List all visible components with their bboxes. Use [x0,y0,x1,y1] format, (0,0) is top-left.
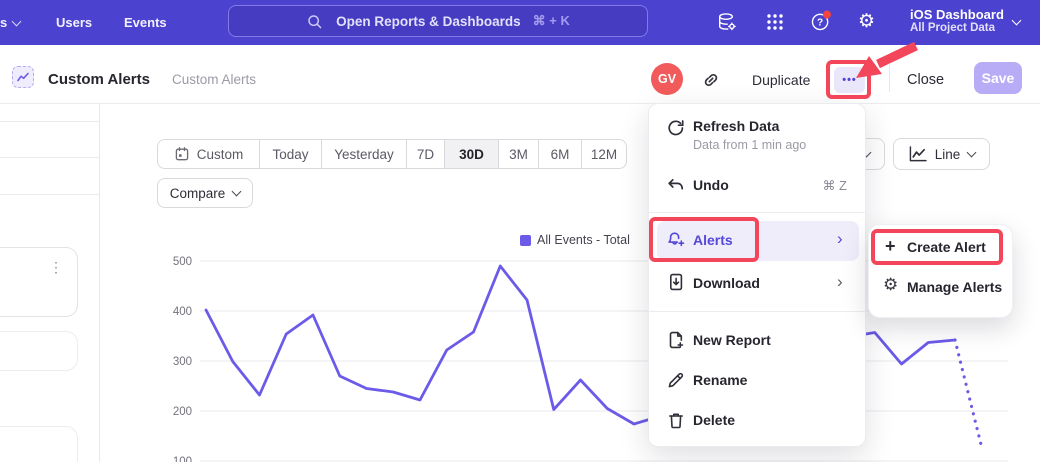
svg-text:500: 500 [173,256,192,268]
range-custom[interactable]: Custom [158,140,259,168]
svg-text:100: 100 [173,456,192,462]
range-label: 7D [417,147,434,162]
range-label: 6M [551,147,570,162]
sidebar-row-divider [0,121,99,122]
sidebar-row-divider [0,157,99,158]
kebab-menu-icon[interactable]: ⋮ [49,260,63,274]
sidebar-card[interactable]: ⋮ [0,247,78,317]
svg-text:?: ? [817,18,823,29]
range-yesterday[interactable]: Yesterday [321,140,406,168]
legend-series-label[interactable]: All Events - Total [537,233,630,247]
chevron-down-icon [967,148,977,158]
plus-icon: + [885,236,896,256]
menu-divider [649,212,867,213]
nav-item-truncated[interactable]: s [0,0,7,45]
save-button[interactable]: Save [974,62,1022,94]
calendar-icon [174,146,190,162]
compare-button[interactable]: Compare [157,178,253,208]
menu-item-undo[interactable]: Undo [693,177,729,193]
menu-item-delete[interactable]: Delete [693,412,735,428]
sidebar-card[interactable] [0,426,78,462]
more-options-button[interactable]: ••• [834,67,865,93]
top-navigation-bar: s Users Events Open Reports & Dashboards… [0,0,1040,45]
menu-item-refresh-data[interactable]: Refresh Data [693,118,779,134]
download-submenu-chevron-icon: › [837,273,843,290]
undo-icon [666,176,686,196]
header-divider [889,64,890,92]
avatar[interactable]: GV [651,63,683,95]
report-type-icon [12,66,34,88]
menu-item-new-report[interactable]: New Report [693,332,771,348]
download-icon [666,272,686,292]
refresh-icon [666,118,686,138]
settings-gear-icon[interactable]: ⚙ [858,10,875,34]
submenu-item-create-alert[interactable]: Create Alert [907,239,986,255]
range-3m[interactable]: 3M [498,140,538,168]
data-management-icon[interactable] [716,11,738,33]
svg-text:300: 300 [173,356,192,368]
alerts-row-highlight [657,221,859,261]
undo-shortcut: ⌘ Z [822,178,847,194]
range-label: 3M [509,147,528,162]
range-30d-selected[interactable]: 30D [444,140,498,168]
share-link-icon[interactable] [701,70,721,90]
compare-label: Compare [170,186,226,201]
menu-item-download[interactable]: Download [693,275,760,291]
breadcrumb: Custom Alerts [172,72,256,87]
range-12m[interactable]: 12M [581,140,626,168]
page-title: Custom Alerts [48,71,150,88]
nav-item-users[interactable]: Users [56,0,92,45]
alerts-submenu-chevron-icon: › [837,230,843,247]
duplicate-button[interactable]: Duplicate [752,72,810,88]
legend-swatch [520,235,531,246]
pencil-icon [666,370,686,390]
range-label: Yesterday [334,147,394,162]
menu-divider [649,311,867,312]
nav-item-events[interactable]: Events [124,0,167,45]
sidebar-row-divider [0,194,99,195]
trash-icon [666,410,686,430]
svg-text:400: 400 [173,306,192,318]
range-6m[interactable]: 6M [538,140,581,168]
app-root: 500 400 300 200 100 s Users Events Open Repo… [0,0,1040,462]
close-button[interactable]: Close [907,72,944,88]
help-icon[interactable]: ? [810,10,832,32]
chevron-down-icon [12,17,22,27]
chart-type-label: Line [935,147,961,162]
project-scope: All Project Data [910,22,1030,35]
bell-plus-icon [666,230,686,250]
apps-grid-icon[interactable] [764,11,786,33]
search-shortcut-hint: ⌘ + K [533,13,570,29]
chart-type-button[interactable]: Line [893,138,990,170]
search-placeholder: Open Reports & Dashboards [336,14,521,29]
range-label: Today [272,147,308,162]
chevron-down-icon [232,187,242,197]
range-label: 30D [459,147,484,162]
line-chart-icon [908,146,927,163]
notification-dot [823,11,831,19]
report-header: Custom Alerts Custom Alerts GV Duplicate… [0,45,1040,104]
search-icon [306,13,323,30]
gear-icon: ⚙ [883,275,898,295]
range-label: 12M [591,147,617,162]
submenu-item-manage-alerts[interactable]: Manage Alerts [907,279,1002,295]
sidebar-divider [99,104,100,462]
refresh-data-subtitle: Data from 1 min ago [693,138,806,152]
sidebar-card[interactable] [0,331,78,371]
date-range-control: Custom Today Yesterday 7D 30D 3M 6M 12M [157,139,627,169]
range-7d[interactable]: 7D [406,140,444,168]
more-options-menu: Refresh Data Data from 1 min ago Undo ⌘ … [648,103,866,447]
new-report-icon [666,330,686,350]
alerts-submenu: + Create Alert ⚙ Manage Alerts [868,224,1013,318]
menu-item-rename[interactable]: Rename [693,372,747,388]
range-today[interactable]: Today [259,140,321,168]
range-label: Custom [197,147,244,162]
menu-item-alerts[interactable]: Alerts [693,232,733,248]
svg-text:200: 200 [173,406,192,418]
global-search[interactable]: Open Reports & Dashboards ⌘ + K [228,5,648,37]
